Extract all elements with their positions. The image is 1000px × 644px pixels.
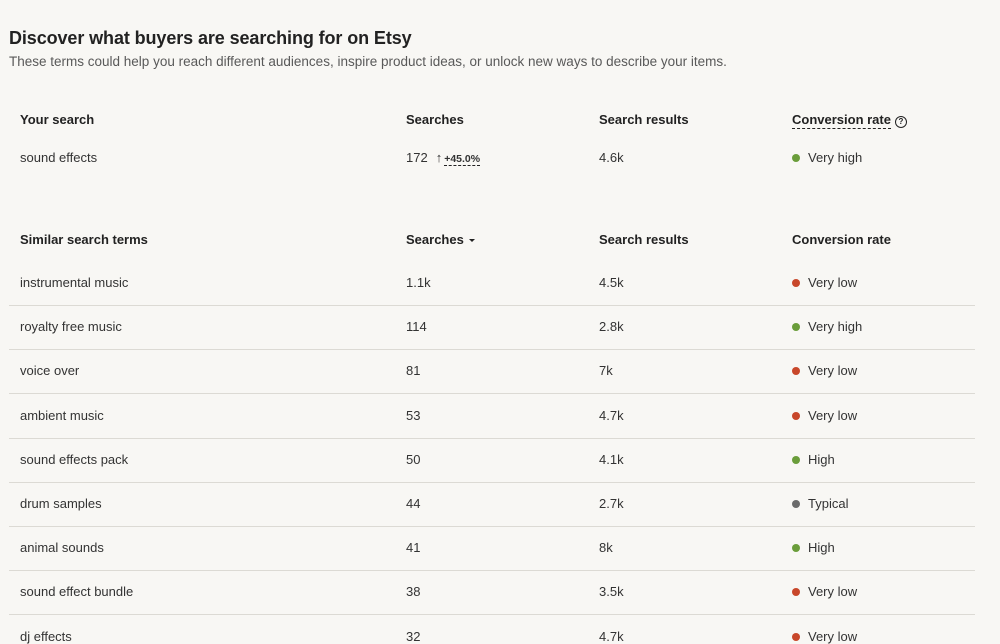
- similar-searches: 114: [406, 319, 427, 334]
- conversion-status-label: Very low: [808, 408, 858, 423]
- similar-term[interactable]: animal sounds: [20, 540, 104, 555]
- conversion-status-label: Very low: [808, 629, 858, 644]
- similar-term[interactable]: royalty free music: [20, 319, 122, 334]
- similar-term[interactable]: instrumental music: [20, 275, 128, 290]
- trend-indicator[interactable]: ↑ +45.0%: [435, 150, 481, 166]
- conversion-status-dot: [792, 500, 800, 508]
- similar-results: 4.7k: [599, 629, 624, 644]
- your-search-term: sound effects: [20, 150, 98, 165]
- row-divider: [9, 438, 975, 439]
- conversion-status-label: Very high: [808, 319, 863, 334]
- arrow-up-icon: ↑: [435, 150, 443, 165]
- conversion-status-label: Very low: [808, 584, 858, 599]
- similar-searches: 1.1k: [406, 275, 431, 290]
- similar-searches: 44: [406, 496, 421, 511]
- question-circle-icon[interactable]: ?: [894, 116, 907, 128]
- row-divider: [9, 305, 975, 306]
- row-divider: [9, 482, 975, 483]
- conversion-status-dot: [792, 588, 800, 596]
- row-divider: [9, 393, 975, 394]
- searches-sort-header[interactable]: Searches: [406, 232, 475, 247]
- similar-results: 2.8k: [599, 319, 624, 334]
- conversion-rate-label[interactable]: Conversion rate: [792, 112, 891, 129]
- your-search-results: 4.6k: [599, 150, 624, 165]
- similar-searches: 41: [406, 540, 421, 555]
- similar-conversion: Very low: [792, 363, 857, 378]
- conversion-status-dot: [792, 323, 800, 331]
- conversion-status-dot: [792, 367, 800, 375]
- similar-results: 4.7k: [599, 408, 624, 423]
- similar-searches: 53: [406, 408, 421, 423]
- conversion-status-label: High: [808, 452, 835, 467]
- similar-searches: 81: [406, 363, 421, 378]
- page-subtitle: These terms could help you reach differe…: [9, 54, 727, 69]
- similar-term[interactable]: dj effects: [20, 629, 72, 644]
- conversion-status-label: Very low: [808, 363, 858, 378]
- similar-conversion: Very low: [792, 584, 857, 599]
- similar-searches: 50: [406, 452, 421, 467]
- similar-terms-header: Similar search terms: [20, 232, 148, 247]
- trend-value[interactable]: +45.0%: [444, 153, 481, 166]
- similar-conversion: High: [792, 452, 835, 467]
- similar-conversion-header: Conversion rate: [792, 232, 891, 247]
- search-results-header: Search results: [599, 112, 689, 127]
- conversion-status-dot: [792, 279, 800, 287]
- search-insights-panel: Discover what buyers are searching for o…: [0, 0, 1000, 644]
- similar-results-header: Search results: [599, 232, 689, 247]
- conversion-status-dot: [792, 412, 800, 420]
- caret-down-icon[interactable]: [468, 239, 475, 242]
- row-divider: [9, 349, 975, 350]
- similar-conversion: Very low: [792, 629, 857, 644]
- conversion-status-label: Typical: [808, 496, 849, 511]
- similar-results: 2.7k: [599, 496, 624, 511]
- similar-conversion: Very low: [792, 408, 857, 423]
- searches-header: Searches: [406, 112, 464, 127]
- similar-term[interactable]: ambient music: [20, 408, 104, 423]
- similar-results: 8k: [599, 540, 613, 555]
- row-divider: [9, 614, 975, 615]
- row-divider: [9, 526, 975, 527]
- similar-results: 4.5k: [599, 275, 624, 290]
- conversion-status-label: High: [808, 540, 835, 555]
- row-divider: [9, 570, 975, 571]
- similar-conversion: Very high: [792, 319, 862, 334]
- conversion-status-dot: [792, 456, 800, 464]
- your-search-conversion: Very high: [792, 150, 862, 165]
- searches-sort-label[interactable]: Searches: [406, 232, 464, 247]
- similar-results: 3.5k: [599, 584, 624, 599]
- similar-term[interactable]: drum samples: [20, 496, 102, 511]
- your-search-searches-value: 172: [406, 150, 428, 165]
- conversion-status-label: Very low: [808, 275, 858, 290]
- similar-results: 4.1k: [599, 452, 624, 467]
- conversion-status-dot: [792, 154, 800, 162]
- similar-conversion: High: [792, 540, 835, 555]
- similar-term[interactable]: sound effects pack: [20, 452, 128, 467]
- similar-term[interactable]: sound effect bundle: [20, 584, 133, 599]
- conversion-rate-header[interactable]: Conversion rate?: [792, 112, 907, 129]
- conversion-status-dot: [792, 544, 800, 552]
- similar-conversion: Typical: [792, 496, 848, 511]
- page-title: Discover what buyers are searching for o…: [9, 28, 412, 48]
- similar-searches: 32: [406, 629, 421, 644]
- similar-results: 7k: [599, 363, 613, 378]
- similar-conversion: Very low: [792, 275, 857, 290]
- your-search-searches: 172 ↑ +45.0%: [406, 150, 481, 166]
- your-search-header: Your search: [20, 112, 95, 127]
- similar-searches: 38: [406, 584, 421, 599]
- similar-term[interactable]: voice over: [20, 363, 79, 378]
- conversion-status-label: Very high: [808, 150, 863, 165]
